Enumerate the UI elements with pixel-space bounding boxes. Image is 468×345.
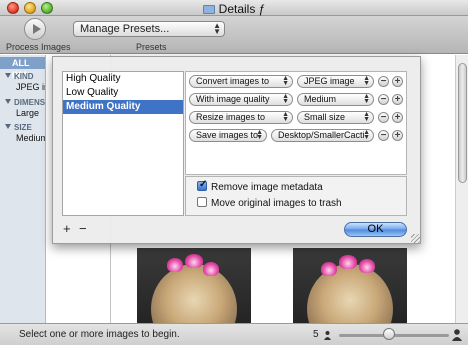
vertical-scrollbar[interactable] (455, 55, 468, 323)
toolbar: Process Images Manage Presets... ▲ ▼ Pres… (0, 16, 468, 54)
folder-icon (202, 5, 215, 14)
presets-popup[interactable]: Manage Presets... ▲ ▼ (73, 21, 225, 37)
value-popup[interactable]: Small size ▲ ▼ (297, 111, 374, 124)
add-action-button[interactable]: + (392, 112, 403, 123)
value-popup[interactable]: JPEG image ▲ ▼ (297, 75, 374, 88)
action-row: Convert images to ▲ ▼ JPEG image ▲ ▼ − + (189, 75, 405, 89)
ok-button[interactable]: OK (344, 222, 407, 237)
popup-arrows-icon: ▲ ▼ (282, 75, 289, 87)
action-popup[interactable]: Resize images to ▲ ▼ (189, 111, 293, 124)
value-popup-value: JPEG image (304, 76, 355, 86)
sidebar-section-label: DIMENS (14, 98, 46, 107)
action-popup[interactable]: Convert images to ▲ ▼ (189, 75, 293, 88)
remove-action-button[interactable]: − (378, 94, 389, 105)
sidebar-item-dimensions-value[interactable]: Large (16, 108, 39, 118)
action-list: Convert images to ▲ ▼ JPEG image ▲ ▼ − + Wit… (185, 71, 407, 175)
popup-arrows-icon: ▲ ▼ (363, 75, 370, 87)
presets-label: Presets (136, 42, 167, 52)
action-popup[interactable]: With image quality ▲ ▼ (189, 93, 293, 106)
thumbnail-count: 5 (313, 329, 319, 340)
resize-grip-icon[interactable] (411, 234, 420, 243)
disclosure-triangle-icon (5, 99, 11, 104)
preset-item[interactable]: Low Quality (63, 86, 183, 100)
action-popup[interactable]: Save images to ▲ ▼ (189, 129, 267, 142)
action-popup-value: Convert images to (196, 76, 270, 86)
play-icon (33, 24, 41, 34)
checkbox-label: Remove image metadata (211, 182, 323, 193)
sidebar-section-label: SIZE (14, 123, 32, 132)
action-row: Resize images to ▲ ▼ Small size ▲ ▼ − + (189, 111, 405, 125)
status-text: Select one or more images to begin. (19, 329, 180, 340)
sidebar-section-size[interactable]: SIZE (5, 123, 32, 132)
value-popup-value: Small size (304, 112, 346, 122)
image-thumbnail[interactable] (293, 248, 407, 323)
process-images-label: Process Images (6, 42, 71, 52)
scrollbar-thumb[interactable] (458, 63, 467, 183)
action-popup-value: Resize images to (196, 112, 266, 122)
disclosure-triangle-icon (5, 73, 11, 78)
process-images-button[interactable] (24, 18, 46, 40)
window-title-text: Details ƒ (218, 2, 266, 16)
sidebar: ALL IMA KIND JPEG ima DIMENS Large SIZE … (0, 55, 46, 323)
remove-metadata-checkbox[interactable] (197, 179, 207, 191)
presets-popup-value: Manage Presets... (80, 23, 170, 35)
move-to-trash-option[interactable]: Move original images to trash (197, 197, 342, 210)
add-action-button[interactable]: + (392, 76, 403, 87)
sidebar-item-size-value[interactable]: Medium (16, 133, 45, 143)
preset-item-selected[interactable]: Medium Quality (63, 100, 183, 114)
slider-knob[interactable] (382, 328, 395, 340)
popup-arrows-icon: ▲ ▼ (282, 93, 289, 105)
sidebar-section-label: KIND (14, 72, 34, 81)
remove-action-button[interactable]: − (378, 112, 389, 123)
popup-arrows-icon: ▲ ▼ (363, 129, 370, 141)
remove-action-button[interactable]: − (378, 76, 389, 87)
title-bar: Details ƒ (0, 0, 468, 16)
action-row: Save images to ▲ ▼ Desktop/SmallerCacti ▲ ▼ … (189, 129, 405, 143)
add-action-button[interactable]: + (392, 94, 403, 105)
sidebar-item-all-images[interactable]: ALL IMA (0, 57, 45, 80)
value-popup-value: Medium (304, 94, 337, 104)
manage-presets-sheet: High Quality Low Quality Medium Quality … (52, 56, 421, 244)
options-box: Remove image metadata Move original imag… (185, 176, 407, 216)
popup-arrows-icon: ▲ ▼ (256, 129, 263, 141)
value-popup[interactable]: Medium ▲ ▼ (297, 93, 374, 106)
add-preset-button[interactable]: + (63, 222, 71, 235)
sidebar-item-kind-value[interactable]: JPEG ima (16, 82, 45, 92)
move-to-trash-checkbox[interactable] (197, 197, 207, 207)
add-action-button[interactable]: + (392, 130, 403, 141)
sidebar-section-kind[interactable]: KIND (5, 72, 34, 81)
popup-arrows-icon: ▲ ▼ (213, 21, 221, 36)
small-person-icon[interactable] (324, 331, 331, 340)
remove-action-button[interactable]: − (378, 130, 389, 141)
sidebar-section-dimensions[interactable]: DIMENS (5, 98, 45, 107)
popup-arrows-icon: ▲ ▼ (363, 111, 370, 123)
large-person-icon[interactable] (452, 329, 462, 341)
popup-arrows-icon: ▲ ▼ (363, 93, 370, 105)
status-bar: Select one or more images to begin. 5 (0, 323, 468, 345)
disclosure-triangle-icon (5, 124, 11, 129)
preset-item[interactable]: High Quality (63, 72, 183, 86)
image-thumbnail[interactable] (137, 248, 251, 323)
action-row: With image quality ▲ ▼ Medium ▲ ▼ − + (189, 93, 405, 107)
action-popup-value: Save images to (196, 130, 259, 140)
remove-metadata-option[interactable]: Remove image metadata (197, 179, 323, 194)
remove-preset-button[interactable]: − (79, 222, 87, 235)
value-popup[interactable]: Desktop/SmallerCacti ▲ ▼ (271, 129, 374, 142)
action-popup-value: With image quality (196, 94, 270, 104)
window-title: Details ƒ (0, 2, 468, 16)
preset-list[interactable]: High Quality Low Quality Medium Quality (62, 71, 184, 216)
popup-arrows-icon: ▲ ▼ (282, 111, 289, 123)
value-popup-value: Desktop/SmallerCacti (278, 130, 365, 140)
checkbox-label: Move original images to trash (211, 198, 342, 209)
